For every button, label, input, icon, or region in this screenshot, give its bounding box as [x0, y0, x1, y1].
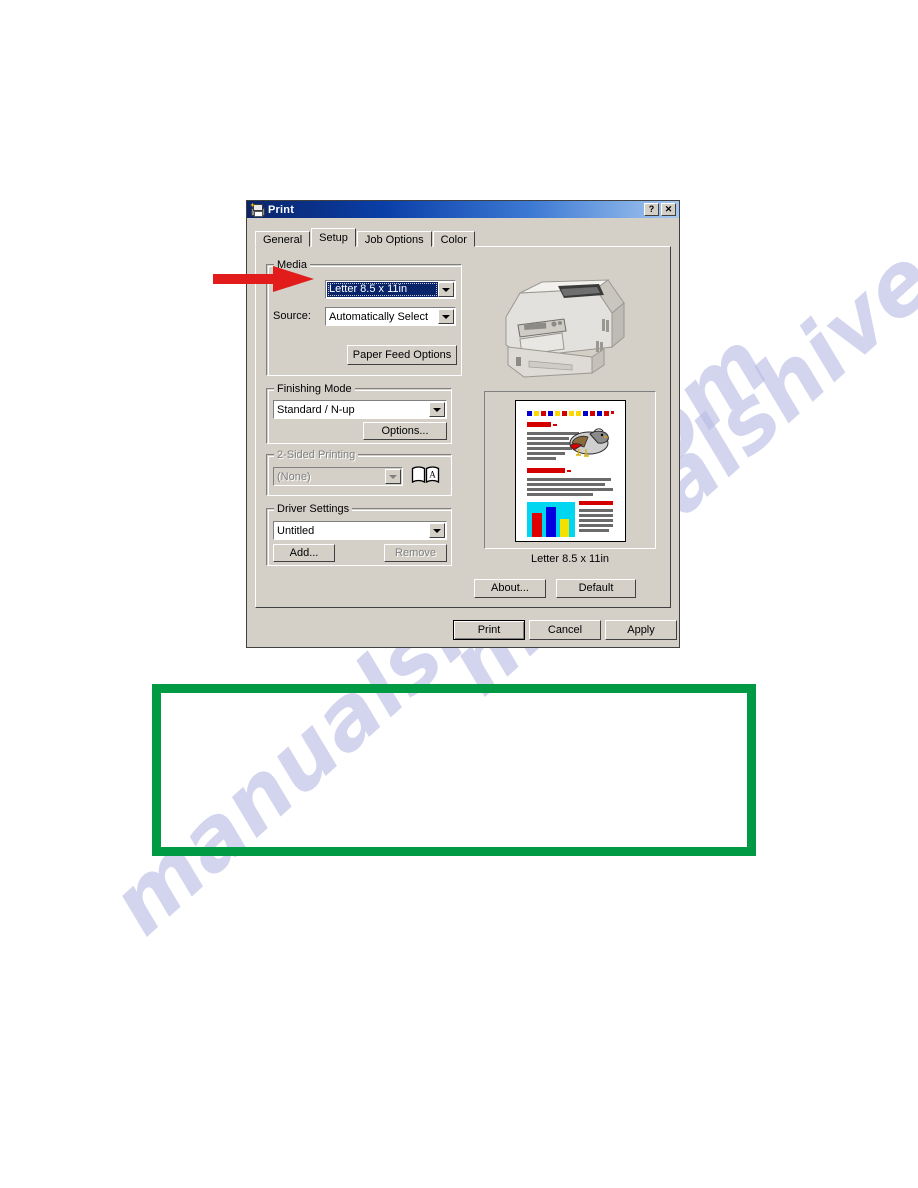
two-sided-printing-group-label: 2-Sided Printing	[274, 449, 359, 461]
media-source-label: Source:	[273, 310, 311, 322]
tabstrip: General Setup Job Options Color	[255, 228, 476, 247]
media-source-value: Automatically Select	[329, 310, 429, 323]
tab-job-options[interactable]: Job Options	[356, 231, 432, 247]
about-button[interactable]: About...	[474, 579, 546, 598]
preview-caption: Letter 8.5 x 11in	[530, 553, 610, 565]
print-preview-frame	[484, 391, 656, 549]
close-icon[interactable]: ✕	[661, 203, 676, 216]
dialog-title: Print	[268, 203, 295, 216]
media-size-combo[interactable]: Letter 8.5 x 11in	[325, 280, 456, 299]
page-preview-thumbnail	[515, 400, 626, 542]
apply-button[interactable]: Apply	[605, 620, 677, 640]
remove-driver-setting-button[interactable]: Remove	[384, 544, 447, 562]
driver-settings-group-label: Driver Settings	[274, 503, 353, 515]
printer-icon	[250, 202, 265, 217]
help-button[interactable]: ?	[644, 203, 659, 216]
cancel-button[interactable]: Cancel	[529, 620, 601, 640]
media-size-value: Letter 8.5 x 11in	[327, 282, 438, 297]
dialog-titlebar[interactable]: Print ? ✕	[247, 201, 679, 218]
tab-setup[interactable]: Setup	[311, 228, 356, 247]
finishing-mode-value: Standard / N-up	[277, 403, 355, 416]
tab-color[interactable]: Color	[432, 231, 475, 247]
two-sided-combo[interactable]: (None)	[273, 467, 403, 486]
driver-settings-group: Driver Settings Untitled Add... Remove	[266, 503, 452, 566]
driver-settings-value: Untitled	[277, 524, 315, 537]
two-sided-printing-group: 2-Sided Printing (None) A	[266, 449, 452, 496]
finishing-mode-group-label: Finishing Mode	[274, 383, 355, 395]
printer-illustration	[484, 269, 634, 394]
driver-settings-combo[interactable]: Untitled	[273, 521, 447, 540]
callout-arrow-icon	[213, 266, 315, 292]
tab-page-setup: Media Letter 8.5 x 11in Source: Automati…	[255, 246, 671, 608]
titlebar-buttons: ? ✕	[644, 203, 676, 216]
add-driver-setting-button[interactable]: Add...	[273, 544, 335, 562]
tab-general[interactable]: General	[255, 231, 311, 247]
chevron-down-icon[interactable]	[429, 402, 445, 417]
paper-feed-options-button[interactable]: Paper Feed Options	[347, 345, 457, 365]
media-source-combo[interactable]: Automatically Select	[325, 307, 456, 326]
finishing-options-button[interactable]: Options...	[363, 422, 447, 440]
chevron-down-icon[interactable]	[429, 523, 445, 538]
open-book-icon: A	[411, 465, 440, 485]
print-button[interactable]: Print	[453, 620, 525, 640]
chevron-down-icon[interactable]	[438, 282, 454, 297]
note-box	[152, 684, 756, 856]
svg-text:A: A	[429, 470, 436, 480]
default-button[interactable]: Default	[556, 579, 636, 598]
finishing-mode-group: Finishing Mode Standard / N-up Options..…	[266, 383, 452, 444]
two-sided-value: (None)	[277, 470, 311, 483]
finishing-mode-combo[interactable]: Standard / N-up	[273, 400, 447, 419]
chevron-down-icon[interactable]	[438, 309, 454, 324]
chevron-down-icon[interactable]	[385, 469, 401, 484]
